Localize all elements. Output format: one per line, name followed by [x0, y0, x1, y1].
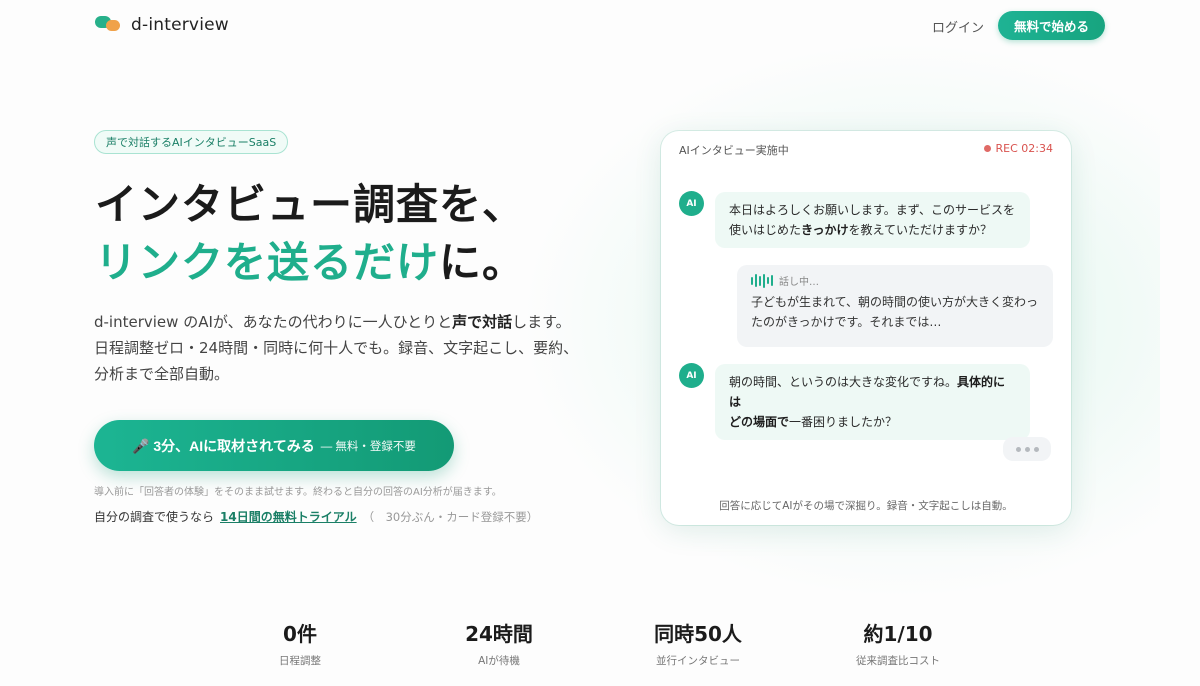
ai-message-1-line2: 使いはじめたきっかけを教えていただけますか？	[729, 220, 1016, 240]
user-message-line1: 子どもが生まれて、朝の時間の使い方が大きく変わっ	[751, 295, 1039, 309]
desc-bold: 声で対話	[452, 313, 513, 331]
hero-title: インタビュー調査を、 リンクを送るだけに。	[95, 176, 655, 292]
stat-value: 0件	[283, 622, 317, 646]
desc-text-1: d-interview のAIが、あなたの代わりに一人ひとりと	[94, 313, 453, 331]
msg-text: 使いはじめた	[729, 223, 802, 237]
card-footer-note: 回答に応じてAIがその場で深掘り。録音・文字起こしは自動。	[719, 500, 1013, 512]
stat-cost: 約1/10 従来調査比コスト	[808, 618, 988, 668]
chat-bubbles-icon	[95, 14, 123, 36]
typing-dot	[1024, 446, 1030, 452]
recording-time: REC 02:34	[995, 142, 1053, 155]
trial-meta: （ 30分ぶん・カード登録不要）	[362, 510, 539, 524]
msg-text: を教えていただけますか？	[848, 223, 992, 237]
audio-wave-icon	[751, 273, 773, 288]
user-message-line2: たのがきっかけです。それまでは…	[751, 315, 942, 329]
record-dot-icon	[983, 145, 991, 152]
stat-label: 従来調査比コスト	[856, 655, 940, 667]
ai-message-1-line1: 本日はよろしくお願いします。まず、このサービスを	[729, 203, 1015, 217]
stat-label: AIが待機	[478, 655, 520, 667]
logo-text: d-interview	[131, 15, 229, 35]
hero-title-rest: に。	[439, 238, 526, 287]
cta-sub-label: — 無料・登録不要	[320, 440, 416, 453]
interview-demo-card: AIインタビュー実施中 REC 02:34 AI 本日はよろしくお願いします。ま…	[661, 131, 1071, 525]
msg-bold: どの場面で	[729, 415, 790, 429]
cta-main-label: 🎤 3分、AIに取材されてみる	[132, 437, 315, 454]
stat-value: 24時間	[465, 622, 533, 646]
try-interview-button[interactable]: 🎤 3分、AIに取材されてみる — 無料・登録不要	[94, 420, 454, 471]
recording-indicator: REC 02:34	[983, 142, 1053, 155]
site-header: d-interview ログイン 無料で始める	[0, 0, 1200, 52]
card-title: AIインタビュー実施中	[679, 144, 789, 157]
stat-value: 約1/10	[863, 622, 933, 646]
ai-avatar: AI	[679, 191, 704, 216]
stat-label: 並行インタビュー	[656, 655, 740, 667]
start-free-button[interactable]: 無料で始める	[998, 11, 1105, 40]
speaking-label: 話し中…	[779, 277, 819, 288]
typing-dot	[1015, 446, 1021, 452]
stat-scheduling: 0件 日程調整	[210, 618, 390, 668]
ai-message-2: 朝の時間、というのは大きな変化ですね。具体的には どの場面で一番困りましたか？	[715, 364, 1030, 440]
stat-concurrency: 同時50人 並行インタビュー	[608, 618, 788, 668]
msg-bold: きっかけ	[801, 223, 849, 237]
stat-value: 同時50人	[654, 622, 742, 646]
free-trial-link[interactable]: 14日間の無料トライアル	[220, 508, 357, 525]
hero-badge: 声で対話するAIインタビューSaaS	[94, 130, 289, 154]
ai-message-1: 本日はよろしくお願いします。まず、このサービスを 使いはじめたきっかけを教えてい…	[715, 192, 1030, 248]
stat-availability: 24時間 AIが待機	[409, 618, 589, 668]
hero-title-accent: リンクを送るだけ	[95, 238, 440, 287]
typing-dot	[1033, 446, 1039, 452]
logo[interactable]: d-interview	[95, 14, 229, 36]
trial-line: 自分の調査で使うなら 14日間の無料トライアル （ 30分ぶん・カード登録不要）	[94, 508, 538, 525]
speaking-indicator: 話し中…	[751, 273, 1039, 288]
login-link[interactable]: ログイン	[932, 17, 984, 36]
ai-message-2-line1: 朝の時間、というのは大きな変化ですね。具体的には	[729, 372, 1016, 412]
hero-description: d-interview のAIが、あなたの代わりに一人ひとりと声で対話します。 …	[94, 309, 579, 387]
stat-label: 日程調整	[279, 655, 321, 667]
ai-avatar: AI	[679, 363, 704, 388]
user-message: 話し中… 子どもが生まれて、朝の時間の使い方が大きく変わっ たのがきっかけです。…	[737, 265, 1053, 347]
hero-title-line2: リンクを送るだけに。	[95, 234, 655, 292]
hero-title-line1: インタビュー調査を、	[95, 180, 526, 229]
msg-text: 朝の時間、というのは大きな変化ですね。	[729, 375, 958, 389]
ai-message-2-line2: どの場面で一番困りましたか？	[729, 412, 1016, 432]
trial-prefix: 自分の調査で使うなら	[94, 510, 215, 524]
trial-note: 導入前に「回答者の体験」をそのまま試せます。終わると自分の回答のAI分析が届きま…	[94, 487, 502, 498]
msg-text: 一番困りましたか？	[789, 415, 898, 429]
typing-indicator	[1003, 437, 1051, 461]
